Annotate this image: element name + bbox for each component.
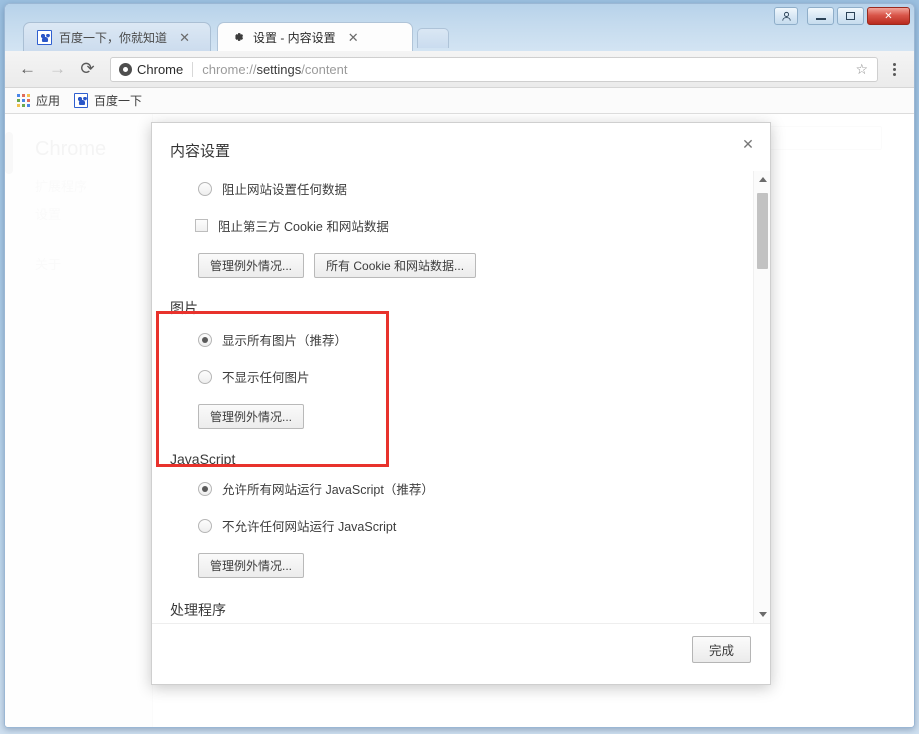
maximize-button[interactable] <box>837 7 864 25</box>
tab-strip: 百度一下，你就知道 ✕ 设置 - 内容设置 ✕ ✕ <box>5 4 914 51</box>
bookmark-baidu[interactable]: 百度一下 <box>74 92 142 109</box>
done-button[interactable]: 完成 <box>691 636 751 663</box>
option-label: 阻止网站设置任何数据 <box>222 183 348 197</box>
option-block-third-party-cookies[interactable]: 阻止第三方 Cookie 和网站数据 <box>195 216 753 235</box>
dialog-footer: 完成 <box>152 623 770 684</box>
window-controls: ✕ <box>774 7 910 25</box>
back-button[interactable]: ← <box>14 56 41 83</box>
gear-icon <box>230 29 246 45</box>
apps-grid-icon <box>17 94 30 107</box>
forward-button[interactable]: → <box>44 56 71 83</box>
omnibox-divider <box>192 61 194 77</box>
option-allow-all-javascript[interactable]: 允许所有网站运行 JavaScript（推荐） <box>198 479 753 498</box>
tab-close-icon[interactable]: ✕ <box>346 30 361 45</box>
scrollbar-thumb[interactable] <box>757 193 768 269</box>
user-profile-icon[interactable] <box>774 7 798 25</box>
tab-title: 设置 - 内容设置 <box>253 30 336 45</box>
baidu-favicon <box>36 29 52 45</box>
browser-toolbar: ← → ⟳ Chrome chrome://settings/content ☆ <box>5 51 914 88</box>
dialog-scroll-content: 阻止网站设置任何数据 阻止第三方 Cookie 和网站数据 管理例外情况... … <box>152 171 753 623</box>
radio-icon[interactable] <box>198 369 212 384</box>
baidu-favicon <box>74 93 89 109</box>
chrome-scheme-badge: Chrome <box>119 62 183 77</box>
tab-baidu[interactable]: 百度一下，你就知道 ✕ <box>23 22 211 51</box>
content-settings-dialog: 内容设置 ✕ 阻止网站设置任何数据 阻止第三方 Cookie 和网站数据 管理例… <box>151 122 771 685</box>
checkbox-icon[interactable] <box>195 219 208 232</box>
security-label: Chrome <box>137 61 184 77</box>
browser-window: 百度一下，你就知道 ✕ 设置 - 内容设置 ✕ ✕ ← → ⟳ Chrome c… <box>4 3 915 728</box>
url-text: chrome://settings/content <box>202 61 348 77</box>
section-heading-images: 图片 <box>170 300 198 316</box>
option-block-all-data[interactable]: 阻止网站设置任何数据 <box>198 179 753 198</box>
new-tab-button[interactable] <box>417 28 449 48</box>
tab-settings[interactable]: 设置 - 内容设置 ✕ <box>217 22 413 51</box>
reload-button[interactable]: ⟳ <box>74 56 101 83</box>
option-label: 阻止第三方 Cookie 和网站数据 <box>218 220 389 234</box>
minimize-button[interactable] <box>807 7 834 25</box>
bookmark-label: 百度一下 <box>94 94 143 108</box>
tab-title: 百度一下，你就知道 <box>59 30 168 45</box>
option-show-no-images[interactable]: 不显示任何图片 <box>198 367 753 386</box>
tab-close-icon[interactable]: ✕ <box>177 30 192 45</box>
close-icon[interactable]: ✕ <box>738 134 758 154</box>
radio-icon[interactable] <box>198 181 212 196</box>
section-heading-handlers: 处理程序 <box>170 602 226 618</box>
page-viewport: Chrome 扩展程序 设置 关于 设置 搜索 显示高级设置... 内容设置 ✕ <box>5 114 914 727</box>
images-button-row: 管理例外情况... <box>198 404 753 429</box>
option-label: 允许所有网站运行 JavaScript（推荐） <box>222 483 434 497</box>
dialog-title: 内容设置 <box>170 143 231 160</box>
radio-icon[interactable] <box>198 481 212 496</box>
all-cookies-and-site-data-button[interactable]: 所有 Cookie 和网站数据... <box>314 253 477 278</box>
option-label: 不允许任何网站运行 JavaScript <box>222 520 397 534</box>
option-disallow-javascript[interactable]: 不允许任何网站运行 JavaScript <box>198 516 753 535</box>
dialog-body: 阻止网站设置任何数据 阻止第三方 Cookie 和网站数据 管理例外情况... … <box>152 171 770 623</box>
option-label: 显示所有图片（推荐） <box>222 334 348 348</box>
chrome-logo-icon <box>119 62 132 76</box>
address-bar[interactable]: Chrome chrome://settings/content ☆ <box>110 56 878 82</box>
bookmark-star-icon[interactable]: ☆ <box>852 61 871 78</box>
scroll-down-arrow-icon[interactable] <box>754 606 770 623</box>
scroll-up-arrow-icon[interactable] <box>754 171 770 188</box>
manage-exceptions-button-cookies[interactable]: 管理例外情况... <box>198 253 305 278</box>
dialog-scrollbar[interactable] <box>753 171 770 623</box>
chrome-menu-button[interactable] <box>883 56 905 83</box>
bookmarks-bar: 应用 百度一下 <box>5 88 914 114</box>
radio-icon[interactable] <box>198 332 212 347</box>
bookmark-apps[interactable]: 应用 <box>17 92 60 109</box>
manage-exceptions-button-images[interactable]: 管理例外情况... <box>198 404 305 429</box>
desktop-background: 百度一下，你就知道 ✕ 设置 - 内容设置 ✕ ✕ ← → ⟳ Chrome c… <box>0 0 919 734</box>
cookies-button-row: 管理例外情况... 所有 Cookie 和网站数据... <box>198 253 753 278</box>
option-label: 不显示任何图片 <box>222 371 310 385</box>
radio-icon[interactable] <box>198 518 212 533</box>
close-window-button[interactable]: ✕ <box>867 7 910 25</box>
bookmark-label: 应用 <box>36 94 61 108</box>
manage-exceptions-button-javascript[interactable]: 管理例外情况... <box>198 553 305 578</box>
javascript-button-row: 管理例外情况... <box>198 553 753 578</box>
section-heading-javascript: JavaScript <box>170 451 236 467</box>
option-show-all-images[interactable]: 显示所有图片（推荐） <box>198 330 753 349</box>
